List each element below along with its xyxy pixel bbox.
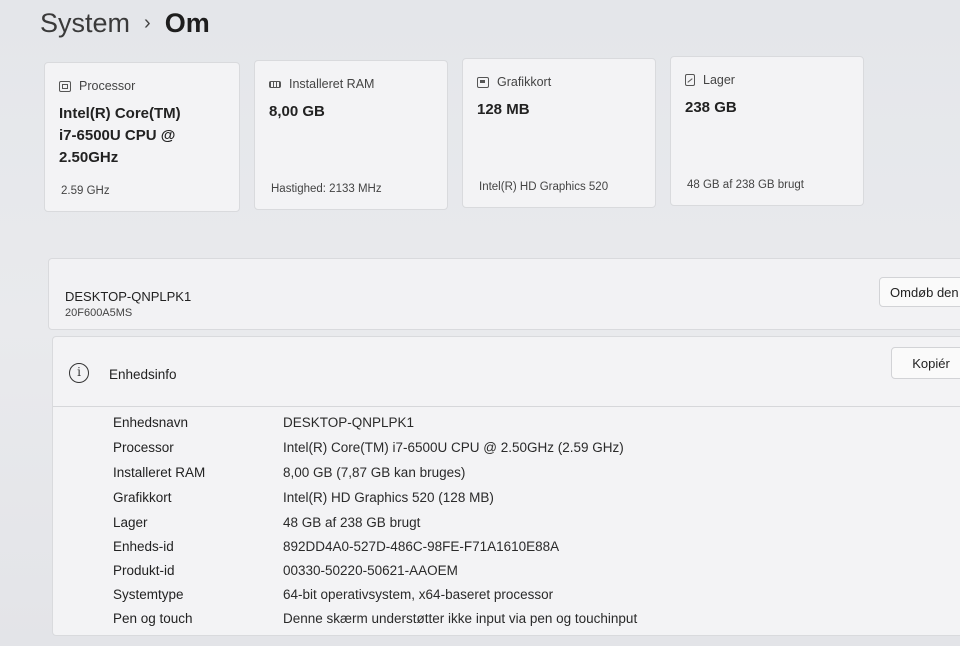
- card-subtext: Intel(R) HD Graphics 520: [479, 181, 609, 193]
- card-value-line: Intel(R) Core(TM): [59, 105, 181, 122]
- breadcrumb: System › Om: [40, 8, 210, 39]
- card-value: 238 GB: [685, 99, 737, 116]
- card-label: Grafikkort: [497, 75, 552, 89]
- card-subtext: 2.59 GHz: [61, 185, 110, 197]
- chevron-right-icon: ›: [144, 12, 151, 34]
- card-label: Installeret RAM: [289, 77, 375, 91]
- card-label: Lager: [703, 73, 735, 87]
- device-info-title: Enhedsinfo: [109, 367, 177, 382]
- spec-value: 00330-50220-50621-AAOEM: [283, 563, 458, 578]
- graphics-card: Grafikkort 128 MB Intel(R) HD Graphics 5…: [462, 58, 656, 208]
- copy-button[interactable]: Kopiér: [891, 347, 960, 379]
- card-subtext: 48 GB af 238 GB brugt: [687, 179, 804, 191]
- device-name: DESKTOP-QNPLPK1: [65, 289, 192, 304]
- spec-value: 8,00 GB (7,87 GB kan bruges): [283, 465, 466, 480]
- spec-value: Denne skærm understøtter ikke input via …: [283, 611, 638, 626]
- spec-value: Intel(R) Core(TM) i7-6500U CPU @ 2.50GHz…: [283, 440, 624, 455]
- card-value-line: 2.50GHz: [59, 149, 119, 166]
- graphics-card-icon: [477, 76, 489, 88]
- spec-label: Processor: [113, 440, 174, 455]
- spec-label: Systemtype: [113, 587, 184, 602]
- card-value-line: i7-6500U CPU @: [59, 127, 176, 144]
- spec-label: Enhedsnavn: [113, 415, 189, 430]
- storage-card: Lager 238 GB 48 GB af 238 GB brugt: [670, 56, 864, 206]
- spec-label: Pen og touch: [113, 611, 193, 626]
- rename-pc-button[interactable]: Omdøb den: [879, 277, 960, 307]
- page-title: Om: [164, 8, 210, 38]
- info-icon: i: [69, 363, 89, 383]
- card-value: 8,00 GB: [269, 103, 325, 120]
- spec-label: Lager: [113, 515, 148, 530]
- spec-value: 892DD4A0-527D-486C-98FE-F71A1610E88A: [283, 539, 560, 554]
- device-name-row: DESKTOP-QNPLPK1 20F600A5MS Omdøb den: [48, 258, 960, 330]
- card-value: Intel(R) Core(TM) i7-6500U CPU @ 2.50GHz: [59, 103, 225, 169]
- spec-value: 48 GB af 238 GB brugt: [283, 515, 421, 530]
- processor-card: Processor Intel(R) Core(TM) i7-6500U CPU…: [44, 62, 240, 212]
- spec-label: Installeret RAM: [113, 465, 206, 480]
- device-info-header[interactable]: i Enhedsinfo Kopiér: [53, 337, 960, 407]
- device-info-panel: i Enhedsinfo Kopiér Enhedsnavn DESKTOP-Q…: [52, 336, 960, 636]
- ram-card: Installeret RAM 8,00 GB Hastighed: 2133 …: [254, 60, 448, 210]
- spec-value: 64-bit operativsystem, x64-baseret proce…: [283, 587, 554, 602]
- spec-label: Enheds-id: [113, 539, 174, 554]
- ram-icon: [269, 80, 281, 88]
- card-label: Processor: [79, 79, 136, 93]
- card-subtext: Hastighed: 2133 MHz: [271, 183, 382, 195]
- spec-label: Produkt-id: [113, 563, 175, 578]
- card-value: 128 MB: [477, 101, 530, 118]
- spec-value: Intel(R) HD Graphics 520 (128 MB): [283, 490, 494, 505]
- spec-value: DESKTOP-QNPLPK1: [283, 415, 415, 430]
- storage-icon: [685, 74, 695, 86]
- device-model: 20F600A5MS: [65, 307, 133, 319]
- breadcrumb-system[interactable]: System: [40, 8, 130, 39]
- spec-label: Grafikkort: [113, 490, 172, 505]
- processor-icon: [59, 80, 71, 92]
